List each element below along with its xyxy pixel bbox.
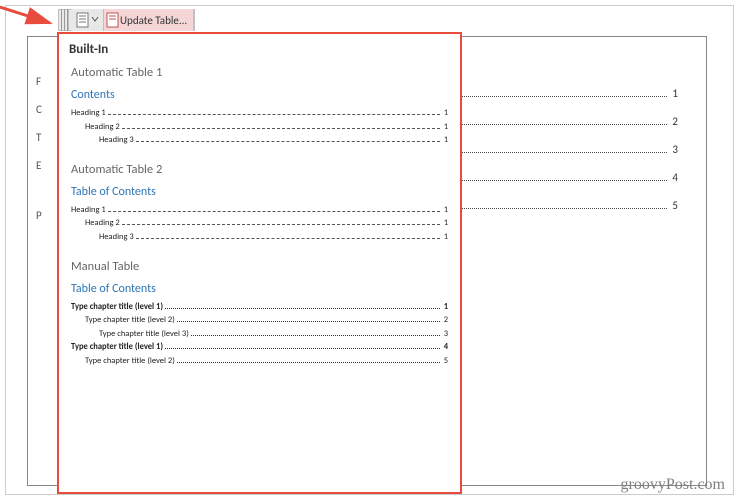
page-number: 1 bbox=[442, 121, 448, 135]
page-number: 3 bbox=[670, 143, 678, 156]
gallery-item-auto1[interactable]: Automatic Table 1 Contents Heading 11Hea… bbox=[59, 65, 460, 162]
toc-preview-row: Type chapter title (level 2) 5 bbox=[71, 355, 448, 369]
entry-text: Heading 3 bbox=[99, 134, 134, 148]
toc-preview-row: Heading 2 1 bbox=[71, 217, 448, 231]
toc-preview-row: Heading 1 1 bbox=[71, 204, 448, 218]
watermark: groovyPost.com bbox=[621, 476, 725, 494]
gallery-item-manual[interactable]: Manual Table Table of Contents Type chap… bbox=[59, 259, 460, 383]
page-number: 1 bbox=[442, 231, 448, 245]
entry-text: Heading 1 bbox=[71, 107, 106, 121]
page-number: 5 bbox=[670, 199, 678, 212]
update-table-button[interactable]: Update Table... bbox=[104, 9, 194, 31]
page-number: 1 bbox=[670, 87, 678, 100]
partial-text: E bbox=[36, 159, 41, 172]
page-number: 1 bbox=[442, 301, 448, 315]
toc-mini-toolbar: Update Table... bbox=[58, 9, 195, 31]
leader bbox=[122, 128, 440, 129]
leader bbox=[136, 141, 440, 142]
toc-preview-row: Type chapter title (level 1) 4 bbox=[71, 341, 448, 355]
entry-text: Type chapter title (level 1) bbox=[71, 341, 163, 355]
page-number: 1 bbox=[442, 107, 448, 121]
partial-text: T bbox=[36, 131, 41, 144]
page-number: 4 bbox=[670, 171, 678, 184]
gallery-item-title: Manual Table bbox=[71, 259, 448, 274]
entry-text: Type chapter title (level 2) bbox=[85, 355, 175, 369]
partial-text: F bbox=[36, 75, 41, 88]
leader bbox=[165, 308, 440, 309]
page-number: 5 bbox=[442, 355, 448, 369]
entry-text: Type chapter title (level 2) bbox=[85, 314, 175, 328]
toc-gallery-dropdown[interactable]: Built-In Automatic Table 1 Contents Head… bbox=[57, 32, 462, 494]
entry-text: Type chapter title (level 1) bbox=[71, 301, 163, 315]
toc-preview-row: Heading 3 1 bbox=[71, 231, 448, 245]
update-table-label: Update Table... bbox=[120, 14, 187, 27]
toolbar-grip[interactable] bbox=[61, 9, 69, 31]
page-number: 1 bbox=[442, 204, 448, 218]
toc-preview-row: Type chapter title (level 1) 1 bbox=[71, 301, 448, 315]
entry-text: Heading 1 bbox=[71, 204, 106, 218]
gallery-item-title: Automatic Table 1 bbox=[71, 65, 448, 80]
page-number: 1 bbox=[442, 134, 448, 148]
document-refresh-icon bbox=[106, 12, 120, 28]
toc-title: Table of Contents bbox=[71, 282, 448, 296]
leader bbox=[165, 348, 440, 349]
partial-text: P bbox=[36, 209, 42, 222]
leader bbox=[108, 114, 440, 115]
entry-text: Heading 3 bbox=[99, 231, 134, 245]
toc-gallery-button[interactable] bbox=[71, 9, 104, 31]
callout-arrow bbox=[0, 5, 58, 33]
entry-text: Heading 2 bbox=[85, 217, 120, 231]
entry-text: Heading 2 bbox=[85, 121, 120, 135]
entry-text: Type chapter title (level 3) bbox=[99, 328, 189, 342]
toc-preview-row: Heading 3 1 bbox=[71, 134, 448, 148]
toc-title: Table of Contents bbox=[71, 185, 448, 199]
toc-preview-row: Heading 1 1 bbox=[71, 107, 448, 121]
document-icon bbox=[75, 12, 99, 28]
chevron-down-icon bbox=[92, 17, 98, 21]
leader bbox=[122, 224, 440, 225]
leader bbox=[136, 238, 440, 239]
toc-title: Contents bbox=[71, 88, 448, 102]
toc-preview-row: Type chapter title (level 3) 3 bbox=[71, 328, 448, 342]
page-number: 2 bbox=[442, 314, 448, 328]
gallery-header: Built-In bbox=[59, 38, 460, 65]
leader bbox=[177, 362, 440, 363]
gallery-item-auto2[interactable]: Automatic Table 2 Table of Contents Head… bbox=[59, 162, 460, 259]
page-number: 2 bbox=[670, 115, 678, 128]
page-number: 3 bbox=[442, 328, 448, 342]
toc-preview-row: Type chapter title (level 2) 2 bbox=[71, 314, 448, 328]
page-number: 4 bbox=[442, 341, 448, 355]
leader bbox=[191, 335, 440, 336]
toc-preview-row: Heading 2 1 bbox=[71, 121, 448, 135]
leader bbox=[108, 211, 440, 212]
leader bbox=[177, 321, 440, 322]
gallery-item-title: Automatic Table 2 bbox=[71, 162, 448, 177]
page-number: 1 bbox=[442, 217, 448, 231]
partial-text: C bbox=[36, 103, 42, 116]
